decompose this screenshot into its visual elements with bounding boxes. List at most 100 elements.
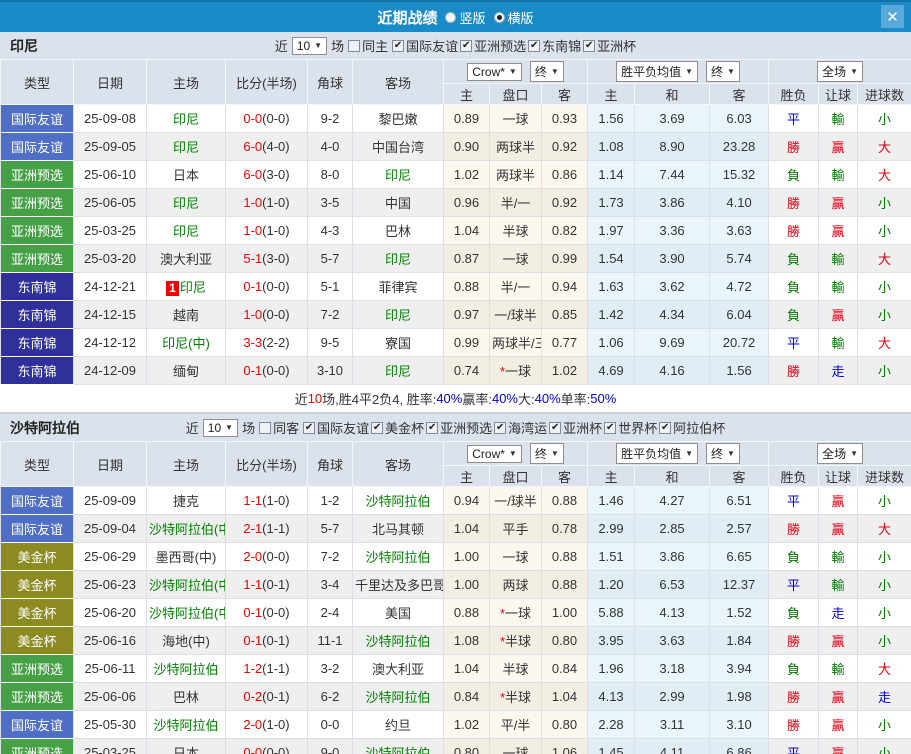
handicap-line: 半球 [489,654,542,683]
league-filter[interactable]: ✔ 世界杯 [604,418,657,437]
avg-draw-odds: 3.90 [634,244,711,273]
team-name: 澳大利亚 [371,662,424,677]
league-filter[interactable]: ✔ 美金杯 [371,418,424,437]
away-team: 沙特阿拉伯 [352,486,444,515]
handicap-result-badge: 輸 [818,160,859,189]
corner-count: 5-7 [307,514,353,543]
team-name: 越南 [172,308,199,323]
league-checkbox[interactable]: ✔ [392,39,405,52]
league-label[interactable]: 亚洲预选 [474,36,526,55]
same-venue-label[interactable]: 同主 [362,36,388,55]
handicap-line-text: 一球 [505,364,532,379]
league-filter[interactable]: ✔ 国际友谊 [303,418,369,437]
league-label[interactable]: 国际友谊 [317,418,369,437]
league-label[interactable]: 亚洲预选 [440,418,492,437]
same-venue-checkbox[interactable] [348,39,361,52]
league-label[interactable]: 国际友谊 [406,36,458,55]
radio-icon[interactable] [493,11,505,23]
section-filterbar: 印尼 近 10 ▼ 场 同主 ✔ 国际友谊 ✔ 亚洲预选 ✔ 东南锦 ✔ 亚洲杯 [0,32,911,59]
match-count-select[interactable]: 10 ▼ [202,418,239,437]
avg-lose-odds: 6.51 [709,486,770,515]
league-label[interactable]: 海湾运 [508,418,547,437]
handicap-result-badge: 贏 [818,486,859,515]
league-filter[interactable]: ✔ 亚洲杯 [549,418,602,437]
fullmatch-select[interactable]: 全场 ▼ [817,443,864,464]
league-label[interactable]: 世界杯 [618,418,657,437]
avg-win-odds: 1.45 [587,738,636,754]
league-checkbox[interactable]: ✔ [303,421,316,434]
final-select[interactable]: 终 ▼ [529,61,564,82]
league-checkbox[interactable]: ✔ [494,421,507,434]
type-badge: 亚洲预选 [0,216,74,245]
league-checkbox[interactable]: ✔ [604,421,617,434]
league-checkbox[interactable]: ✔ [460,39,473,52]
league-filter[interactable]: ✔ 海湾运 [494,418,547,437]
score-full: 1-0 [243,195,263,210]
league-checkbox[interactable]: ✔ [371,421,384,434]
league-checkbox[interactable]: ✔ [549,421,562,434]
close-button[interactable]: ✕ [881,5,904,28]
corner-count: 2-4 [307,598,353,627]
league-label[interactable]: 亚洲杯 [563,418,602,437]
league-checkbox[interactable]: ✔ [583,39,596,52]
final-select-2[interactable]: 终 ▼ [706,61,740,82]
match-count-select[interactable]: 10 ▼ [291,36,328,55]
league-filter[interactable]: ✔ 亚洲预选 [426,418,492,437]
league-filter[interactable]: ✔ 国际友谊 [392,36,458,55]
radio-label[interactable]: 竖版 [459,8,485,27]
score-half: (0-1) [262,577,290,592]
same-venue-checkbox[interactable] [259,421,272,434]
same-venue-filter[interactable]: 同主 [348,36,388,55]
goals-result-badge: 小 [857,710,911,739]
team-name: 约旦 [384,718,411,733]
final-select[interactable]: 终 ▼ [529,443,564,464]
result-badge: 負 [768,300,820,329]
avg-select[interactable]: 胜平负均值 ▼ [616,443,699,464]
league-filter[interactable]: ✔ 阿拉伯杯 [659,418,725,437]
radio-icon[interactable] [445,11,457,23]
final-select-2[interactable]: 终 ▼ [706,443,740,464]
layout-radio-vertical[interactable]: 竖版 [445,8,486,27]
score-cell: 0-1(0-0) [225,598,308,627]
crow-select[interactable]: Crow* ▼ [467,444,522,463]
handicap-odds-home: 0.89 [443,104,490,133]
match-date: 25-06-29 [73,542,147,571]
result-badge: 負 [768,244,820,273]
team-name: 沙特阿拉伯(中) [149,578,225,593]
match-date: 25-06-16 [73,626,147,655]
handicap-line: 两球半/三 [489,328,542,357]
chevron-down-icon: ▼ [508,67,517,76]
league-label[interactable]: 亚洲杯 [597,36,636,55]
handicap-odds-home: 0.94 [443,486,490,515]
score-cell: 0-2(0-1) [225,682,308,711]
league-checkbox[interactable]: ✔ [659,421,672,434]
same-venue-label[interactable]: 同客 [273,418,299,437]
radio-label[interactable]: 横版 [508,8,534,27]
league-label[interactable]: 东南锦 [542,36,581,55]
match-row: 美金杯25-06-20沙特阿拉伯(中)0-1(0-0)2-4美国0.88*一球1… [0,598,911,627]
handicap-odds-away: 0.77 [540,328,589,357]
fullmatch-select[interactable]: 全场 ▼ [817,61,864,82]
match-row: 美金杯 25-06-16 海地(中) 0-1(0-1) 11-1 沙特阿拉伯 1.08 *半球… [0,626,911,655]
league-checkbox[interactable]: ✔ [426,421,439,434]
layout-radio-horizontal[interactable]: 横版 [493,8,534,27]
home-team: 印尼 [146,132,226,161]
league-label[interactable]: 阿拉伯杯 [673,418,725,437]
same-venue-filter[interactable]: 同客 [259,418,299,437]
league-filter[interactable]: ✔ 亚洲杯 [583,36,636,55]
avg-win-odds: 2.28 [587,710,636,739]
final-select-value: 终 [534,65,547,79]
col-header-home: 主场 [146,441,226,487]
league-checkbox[interactable]: ✔ [528,39,541,52]
league-filter[interactable]: ✔ 东南锦 [528,36,581,55]
team-name: 墨西哥(中) [155,550,217,565]
crow-select[interactable]: Crow* ▼ [467,62,522,81]
avg-draw-odds: 4.16 [634,356,711,385]
league-label[interactable]: 美金杯 [385,418,424,437]
league-filter[interactable]: ✔ 亚洲预选 [460,36,526,55]
handicap-result-badge: 輸 [818,244,859,273]
score-cell: 1-2(1-1) [225,654,308,683]
avg-select[interactable]: 胜平负均值 ▼ [616,61,699,82]
goals-result-badge: 小 [857,486,911,515]
avg-lose-odds: 4.72 [709,272,770,301]
